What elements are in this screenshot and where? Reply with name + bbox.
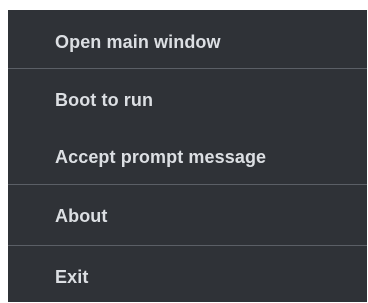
menu-item-boot-to-run[interactable]: Boot to run: [8, 74, 367, 126]
menu-item-accept-prompt-message[interactable]: Accept prompt message: [8, 131, 367, 183]
menu-separator: [8, 184, 367, 185]
menu-item-label: Boot to run: [55, 89, 154, 110]
menu-separator: [8, 245, 367, 246]
menu-item-open-main-window[interactable]: Open main window: [8, 16, 367, 68]
menu-item-label: Open main window: [55, 31, 221, 52]
menu-item-label: About: [55, 205, 108, 226]
context-menu: Open main window Boot to run Accept prom…: [8, 10, 367, 302]
menu-item-label: Exit: [55, 266, 89, 287]
menu-item-label: Accept prompt message: [55, 146, 267, 167]
menu-item-about[interactable]: About: [8, 190, 367, 242]
menu-separator: [8, 68, 367, 69]
menu-item-exit[interactable]: Exit: [8, 251, 367, 303]
